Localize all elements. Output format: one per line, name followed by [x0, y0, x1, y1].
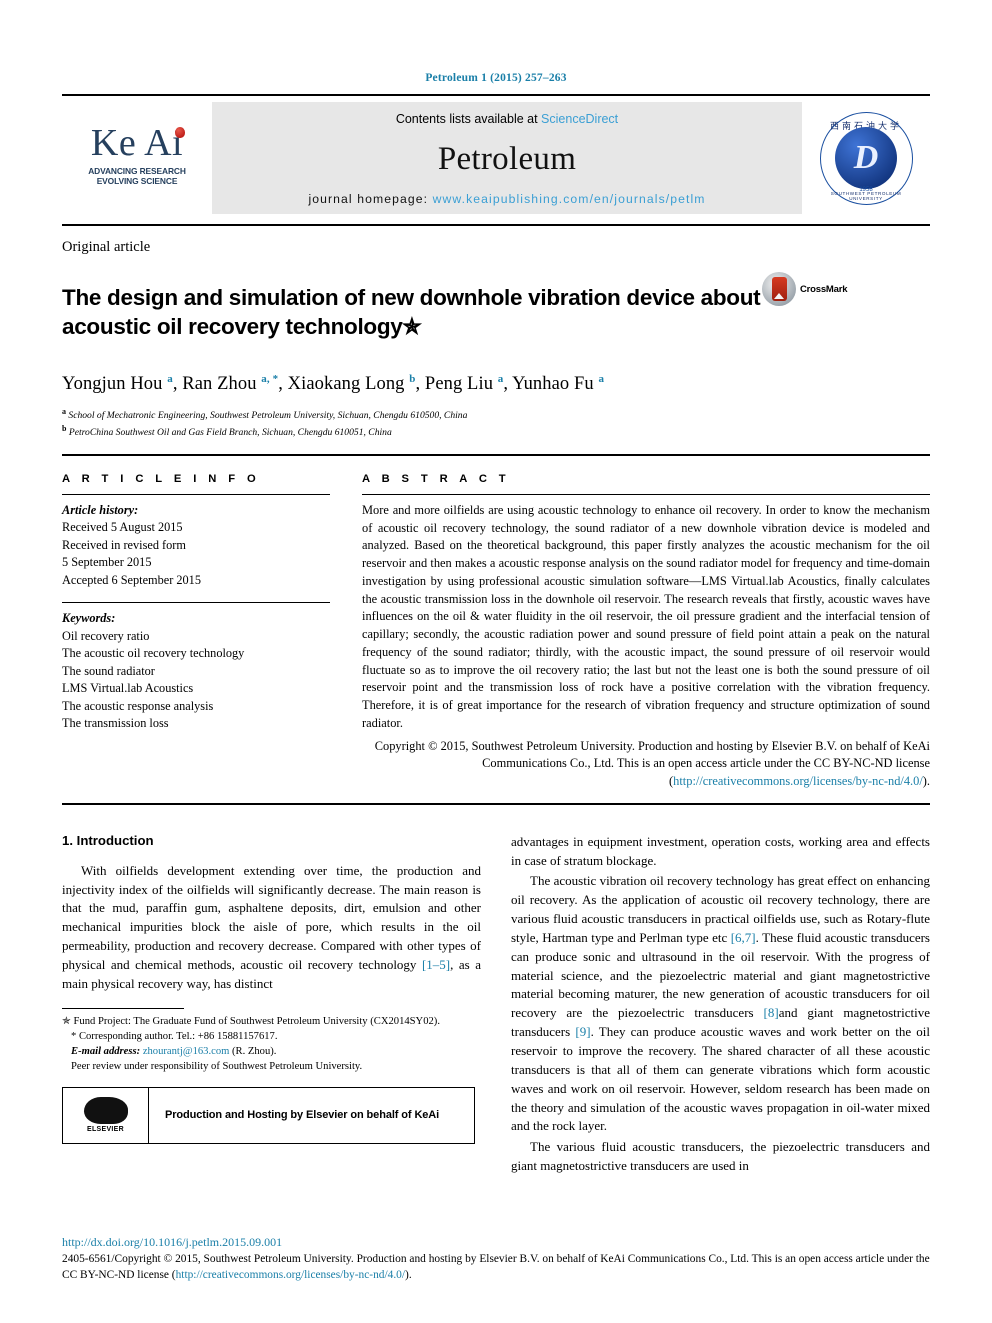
keyword-item: LMS Virtual.lab Acoustics: [62, 681, 194, 696]
citation-ref[interactable]: [1–5]: [422, 957, 450, 972]
crossmark-label: CrossMark: [800, 283, 848, 295]
seal-english-name: SOUTHWEST PETROLEUM UNIVERSITY: [830, 190, 902, 201]
masthead-top-rule: [62, 94, 930, 96]
elsevier-wordmark: ELSEVIER: [86, 1126, 125, 1134]
info-top-rule: [62, 453, 930, 456]
history-item: Accepted 6 September 2015: [62, 572, 201, 587]
footer-license-tail: ).: [405, 1268, 412, 1281]
keywords-label: Keywords:: [62, 611, 116, 626]
keyword-item: Oil recovery ratio: [62, 628, 150, 643]
keywords-block: Keywords: Oil recovery ratio The acousti…: [62, 610, 330, 732]
keyword-item: The acoustic response analysis: [62, 698, 214, 713]
footnotes-block: ✯ Fund Project: The Graduate Fund of Sou…: [62, 1007, 481, 1074]
cc-license-link[interactable]: http://creativecommons.org/licenses/by-n…: [673, 774, 923, 788]
keai-wordmark: Ke Ai: [91, 124, 186, 162]
affiliations: a School of Mechatronic Engineering, Sou…: [62, 406, 930, 440]
university-seal: 西南石油大学 D 1958 SOUTHWEST PETROLEUM UNIVER…: [802, 102, 930, 214]
affiliation-a: a School of Mechatronic Engineering, Sou…: [62, 406, 468, 421]
masthead-bottom-rule: [62, 224, 930, 226]
section-heading-introduction: 1. Introduction: [62, 832, 154, 848]
abstract-bottom-rule: [62, 802, 930, 805]
email-label: E-mail address:: [71, 1045, 141, 1057]
crossmark-badge[interactable]: CrossMark: [762, 272, 848, 306]
footnote-fund: ✯ Fund Project: The Graduate Fund of Sou…: [62, 1014, 481, 1029]
page-footer: http://dx.doi.org/10.1016/j.petlm.2015.0…: [62, 1235, 930, 1283]
running-head: Petroleum 1 (2015) 257–263: [425, 72, 567, 84]
elsevier-hosting-text: Production and Hosting by Elsevier on be…: [165, 1109, 440, 1122]
email-tail: (R. Zhou).: [229, 1045, 277, 1057]
contents-list-line: Contents lists available at ScienceDirec…: [396, 112, 618, 126]
article-kind: Original article: [62, 239, 151, 255]
homepage-prefix: journal homepage:: [308, 192, 433, 206]
article-info-column: A R T I C L E I N F O Article history: R…: [62, 473, 330, 791]
crossmark-icon: [762, 272, 796, 306]
sciencedirect-link[interactable]: ScienceDirect: [541, 112, 618, 126]
contents-prefix: Contents lists available at: [395, 112, 542, 126]
article-info-heading: A R T I C L E I N F O: [62, 472, 261, 485]
email-link[interactable]: zhourantj@163.com: [143, 1046, 230, 1057]
seal-monogram: D: [853, 139, 879, 176]
keai-tagline-line2: EVOLVING SCIENCE: [96, 175, 178, 186]
abstract-heading: A B S T R A C T: [362, 472, 511, 485]
abstract-text: More and more oilfields are using acoust…: [362, 502, 930, 730]
abstract-column: A B S T R A C T More and more oilfields …: [362, 473, 930, 791]
masthead-center: Contents lists available at ScienceDirec…: [212, 102, 802, 214]
keai-dot-icon: [175, 126, 186, 138]
abstract-rule: [362, 493, 930, 495]
seal-inner-disc: D: [835, 127, 897, 189]
copyright-tail: ).: [922, 773, 930, 788]
elsevier-hosting-box: ELSEVIER Production and Hosting by Elsev…: [62, 1086, 475, 1144]
journal-homepage-line: journal homepage: www.keaipublishing.com…: [308, 192, 705, 206]
journal-homepage-link[interactable]: www.keaipublishing.com/en/journals/petlm: [433, 192, 706, 206]
history-item: 5 September 2015: [62, 555, 152, 570]
paragraph: The various fluid acoustic transducers, …: [511, 1139, 930, 1174]
seal-outer-ring: 西南石油大学 D 1958 SOUTHWEST PETROLEUM UNIVER…: [819, 111, 913, 205]
history-item: Received 5 August 2015: [62, 520, 183, 535]
author-list: Yongjun Hou a, Ran Zhou a, *, Xiaokang L…: [62, 372, 605, 394]
footnote-email: E-mail address: zhourantj@163.com (R. Zh…: [62, 1044, 481, 1059]
corresponding-text: Corresponding author. Tel.: +86 15881157…: [76, 1030, 278, 1042]
paragraph: advantages in equipment investment, oper…: [511, 833, 930, 868]
fund-star: ✯: [62, 1015, 71, 1027]
citation-ref[interactable]: [6,7]: [731, 930, 756, 945]
journal-title: Petroleum: [437, 140, 577, 177]
article-history: Article history: Received 5 August 2015 …: [62, 502, 330, 589]
info-abstract-region: A R T I C L E I N F O Article history: R…: [62, 473, 930, 791]
body-columns: 1. Introduction With oilfields developme…: [62, 833, 930, 1178]
footer-license-link[interactable]: http://creativecommons.org/licenses/by-n…: [176, 1269, 405, 1281]
keai-tagline-line1: ADVANCING RESEARCH: [88, 165, 186, 176]
keai-tagline: ADVANCING RESEARCH EVOLVING SCIENCE: [88, 166, 186, 187]
article-info-rule: [62, 493, 330, 495]
journal-masthead: Ke Ai ADVANCING RESEARCH EVOLVING SCIENC…: [62, 102, 930, 214]
keai-logo: Ke Ai ADVANCING RESEARCH EVOLVING SCIENC…: [62, 102, 212, 214]
page-title: The design and simulation of new downhol…: [62, 285, 761, 340]
paragraph: With oilfields development extending ove…: [62, 862, 481, 991]
article-page: Petroleum 1 (2015) 257–263 Ke Ai ADVANCI…: [0, 0, 992, 1323]
abstract-copyright: Copyright © 2015, Southwest Petroleum Un…: [362, 738, 930, 791]
doi-link[interactable]: http://dx.doi.org/10.1016/j.petlm.2015.0…: [62, 1235, 930, 1250]
footer-copyright: 2405-6561/Copyright © 2015, Southwest Pe…: [62, 1252, 930, 1283]
elsevier-logo: ELSEVIER: [63, 1087, 149, 1143]
right-column: advantages in equipment investment, oper…: [511, 833, 930, 1178]
left-column: 1. Introduction With oilfields developme…: [62, 833, 481, 1178]
citation-ref[interactable]: [8]: [764, 1005, 779, 1020]
footnote-corresponding: * Corresponding author. Tel.: +86 158811…: [62, 1029, 481, 1044]
keyword-item: The sound radiator: [62, 663, 155, 678]
keyword-item: The transmission loss: [62, 715, 169, 730]
history-item: Received in revised form: [62, 537, 186, 552]
citation-ref[interactable]: [9]: [575, 1024, 590, 1039]
keywords-rule: [62, 602, 330, 604]
article-history-label: Article history:: [62, 502, 139, 517]
paragraph: The acoustic vibration oil recovery tech…: [511, 873, 930, 1134]
title-row: The design and simulation of new downhol…: [62, 268, 930, 357]
keyword-item: The acoustic oil recovery technology: [62, 646, 245, 661]
affiliation-b: b PetroChina Southwest Oil and Gas Field…: [62, 423, 392, 439]
elsevier-tree-icon: [83, 1097, 128, 1125]
keai-wordmark-text: Ke Ai: [90, 121, 184, 164]
footnote-rule: [62, 1007, 184, 1009]
fund-text: Fund Project: The Graduate Fund of South…: [70, 1015, 440, 1027]
footnote-peer-review: Peer review under responsibility of Sout…: [71, 1060, 363, 1072]
